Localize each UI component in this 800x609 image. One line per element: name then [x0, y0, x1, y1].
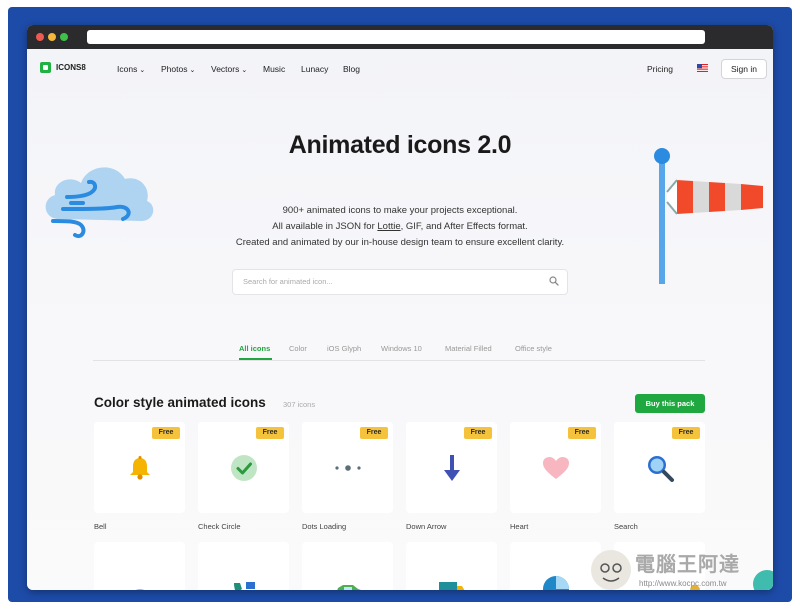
chevron-down-icon: ⌄: [241, 67, 248, 74]
watermark-url: http://www.kocpc.com.tw: [639, 579, 727, 588]
tab-color[interactable]: Color: [289, 344, 307, 353]
icon-card-down-arrow[interactable]: Free: [406, 422, 497, 513]
tab-office-style[interactable]: Office style: [515, 344, 552, 353]
icon-card-truck[interactable]: [406, 542, 497, 590]
wind-cloud-icon: [45, 167, 154, 238]
free-badge: Free: [464, 427, 492, 439]
page-content: ICONS8 Icons ⌄ Photos ⌄ Vectors ⌄ Music Lun…: [27, 49, 773, 590]
icon-card-dots-loading[interactable]: Free: [302, 422, 393, 513]
free-badge: Free: [568, 427, 596, 439]
car-icon: [337, 585, 361, 590]
nav-item-lunacy[interactable]: Lunacy: [301, 64, 328, 74]
hero-line2-text: All available in JSON for: [272, 221, 378, 232]
brand-name: ICONS8: [56, 63, 86, 72]
nav-item-label: Photos: [161, 64, 188, 74]
nav-item-music[interactable]: Music: [263, 64, 285, 74]
close-window-dot[interactable]: [36, 33, 44, 41]
watermark-title: 電腦王阿達: [635, 552, 740, 576]
sign-in-button[interactable]: Sign in: [721, 59, 767, 79]
icon-card-bell[interactable]: Free: [94, 422, 185, 513]
icon-card-car[interactable]: [302, 542, 393, 590]
screenshot-frame: ICONS8 Icons ⌄ Photos ⌄ Vectors ⌄ Music Lun…: [8, 7, 792, 602]
icon-card-phone[interactable]: [94, 542, 185, 590]
nav-item-label: Icons: [117, 64, 138, 74]
tab-all-icons[interactable]: All icons: [239, 344, 270, 353]
buy-pack-button[interactable]: Buy this pack: [635, 394, 705, 413]
lottie-link[interactable]: Lottie: [377, 221, 400, 232]
nav-item-vectors[interactable]: Vectors ⌄: [211, 64, 247, 74]
tab-windows-10[interactable]: Windows 10: [381, 344, 422, 353]
brand-logo[interactable]: ICONS8: [40, 62, 86, 73]
down-arrow-icon: [444, 455, 460, 481]
style-tabs: All icons Color iOS Glyph Windows 10 Mat…: [93, 338, 705, 361]
free-badge: Free: [672, 427, 700, 439]
tab-ios-glyph[interactable]: iOS Glyph: [327, 344, 361, 353]
heart-icon: [543, 457, 569, 479]
hero-description-line-2: All available in JSON for Lottie, GIF, a…: [27, 221, 773, 232]
maximize-window-dot[interactable]: [60, 33, 68, 41]
icon-card-check-circle[interactable]: Free: [198, 422, 289, 513]
icons8-logo-icon: [40, 62, 51, 73]
browser-titlebar: [27, 25, 773, 49]
nav-item-label: Vectors: [211, 64, 240, 74]
truck-icon: [439, 582, 465, 590]
icon-card-heart[interactable]: Free: [510, 422, 601, 513]
search-input[interactable]: Search for animated icon...: [232, 269, 568, 295]
tab-material-filled[interactable]: Material Filled: [445, 344, 492, 353]
hero-line2-text-end: , GIF, and After Effects format.: [400, 221, 528, 232]
page-title: Animated icons 2.0: [288, 131, 512, 159]
pie-chart-icon: [543, 576, 569, 590]
icon-card-label: Dots Loading: [302, 522, 347, 531]
search-icon: [648, 456, 674, 482]
us-flag-icon[interactable]: [697, 64, 708, 72]
browser-window: ICONS8 Icons ⌄ Photos ⌄ Vectors ⌄ Music Lun…: [27, 25, 773, 590]
phone-transfer-icon: [234, 582, 255, 590]
free-badge: Free: [256, 427, 284, 439]
icon-card-search[interactable]: Free: [614, 422, 705, 513]
dots-loading-icon: [335, 465, 361, 471]
minimize-window-dot[interactable]: [48, 33, 56, 41]
hero-description-line-1: 900+ animated icons to make your project…: [282, 205, 518, 216]
nav-item-photos[interactable]: Photos ⌄: [161, 64, 195, 74]
nav-item-icons[interactable]: Icons ⌄: [117, 64, 145, 74]
top-nav: ICONS8 Icons ⌄ Photos ⌄ Vectors ⌄ Music Lun…: [27, 49, 773, 89]
nav-pricing-link[interactable]: Pricing: [647, 64, 673, 74]
icon-count: 307 icons: [283, 400, 316, 409]
icon-card-phone-transfer[interactable]: [198, 542, 289, 590]
icon-card-label: Bell: [94, 522, 107, 531]
chevron-down-icon: ⌄: [139, 67, 146, 74]
free-badge: Free: [152, 427, 180, 439]
icon-card-label: Down Arrow: [406, 522, 447, 531]
free-badge: Free: [360, 427, 388, 439]
bell-icon: [130, 456, 150, 480]
hero-description-line-3: Created and animated by our in-house des…: [235, 237, 565, 248]
icon-card-label: Heart: [510, 522, 529, 531]
icon-card-label: Check Circle: [198, 522, 241, 531]
section-title: Color style animated icons: [94, 395, 266, 410]
nav-item-blog[interactable]: Blog: [343, 64, 360, 74]
windsock-icon: [654, 148, 763, 284]
phone-hangup-icon: [135, 589, 145, 590]
check-circle-icon: [231, 455, 257, 481]
address-bar[interactable]: [87, 30, 705, 44]
icon-card-label: Search: [614, 522, 638, 531]
search-icon[interactable]: [549, 276, 559, 286]
chevron-down-icon: ⌄: [189, 67, 196, 74]
active-tab-indicator: [239, 358, 272, 360]
search-placeholder: Search for animated icon...: [243, 277, 333, 286]
